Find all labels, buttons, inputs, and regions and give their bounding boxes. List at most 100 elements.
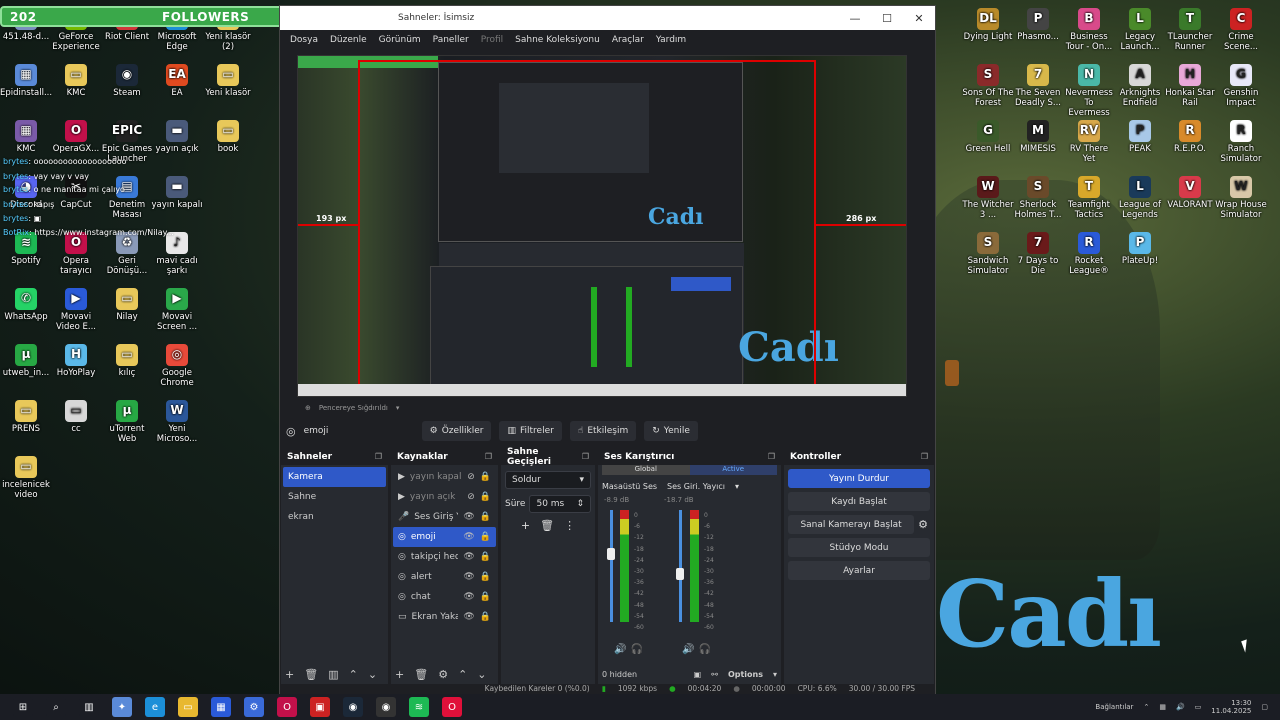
volume-icon[interactable]: 🔊: [1176, 703, 1185, 711]
desk-left-icon-5[interactable]: ▦ Epidinstall...: [0, 64, 52, 99]
desk-left-icon-27[interactable]: µ utweb_in...: [0, 344, 52, 379]
channel-1-fader-knob[interactable]: [607, 548, 615, 560]
desk-right-icon-14[interactable]: RV RV There Yet: [1063, 120, 1115, 165]
lock-icon[interactable]: 🔒: [480, 472, 491, 482]
interact-button[interactable]: ☝ Etkileşim: [569, 421, 637, 441]
headphones-icon[interactable]: 🎧: [630, 644, 642, 655]
scene-filter-icon[interactable]: ▥: [328, 668, 338, 681]
desk-right-icon-24[interactable]: S Sandwich Simulator: [962, 232, 1014, 277]
desk-left-icon-28[interactable]: H HoYoPlay: [50, 344, 102, 379]
tray-links[interactable]: Bağlantılar: [1095, 703, 1133, 711]
speaker-icon[interactable]: 🔊: [682, 644, 694, 655]
desk-right-icon-6[interactable]: S Sons Of The Forest: [962, 64, 1014, 109]
undock-icon[interactable]: ❐: [485, 452, 492, 461]
desk-left-icon-34[interactable]: W Yeni Microso...: [151, 400, 203, 445]
desk-right-icon-9[interactable]: A Arknights Endfield: [1114, 64, 1166, 109]
lock-icon[interactable]: 🔒: [480, 512, 491, 522]
desk-right-icon-10[interactable]: H Honkai Star Rail: [1164, 64, 1216, 109]
desk-right-icon-12[interactable]: G Green Hell: [962, 120, 1014, 155]
move-down-icon[interactable]: ⌄: [368, 668, 377, 681]
gear-icon[interactable]: ⚙: [918, 518, 928, 531]
trash-icon[interactable]: 🗑: [414, 668, 428, 681]
desk-right-icon-1[interactable]: P Phasmo...: [1012, 8, 1064, 43]
eye-icon[interactable]: 👁: [463, 592, 474, 602]
desk-left-icon-6[interactable]: ▭ KMC: [50, 64, 102, 99]
chevron-down-icon[interactable]: ▾: [735, 482, 739, 491]
notification-icon[interactable]: ▢: [1261, 703, 1268, 711]
capture-icon[interactable]: ▣: [310, 697, 330, 717]
menu-0[interactable]: Dosya: [284, 35, 324, 45]
lock-icon[interactable]: 🔒: [480, 612, 491, 622]
desk-right-icon-27[interactable]: P PlateUp!: [1114, 232, 1166, 267]
desk-left-icon-31[interactable]: ▭ PRENS: [0, 400, 52, 435]
move-up-icon[interactable]: ⌃: [349, 668, 358, 681]
start-virtual-camera-button[interactable]: Sanal Kamerayı Başlat: [788, 515, 915, 534]
opera-gx-icon[interactable]: O: [442, 697, 462, 717]
spotify-icon[interactable]: ≋: [409, 697, 429, 717]
undock-icon[interactable]: ❐: [582, 452, 589, 461]
desk-right-icon-3[interactable]: L Legacy Launch...: [1114, 8, 1166, 53]
selection-bounding-box[interactable]: [358, 60, 816, 396]
desk-right-icon-8[interactable]: N Nevermess To Evermess: [1063, 64, 1115, 118]
menu-3[interactable]: Paneller: [427, 35, 475, 45]
move-down-icon[interactable]: ⌄: [477, 668, 486, 681]
stop-stream-button[interactable]: Yayını Durdur: [788, 469, 930, 488]
gear-icon[interactable]: ⚙: [438, 668, 448, 681]
trash-icon[interactable]: 🗑: [540, 519, 554, 532]
desk-left-icon-13[interactable]: ▬ yayın açık: [151, 120, 203, 155]
desk-left-icon-30[interactable]: ◎ Google Chrome: [151, 344, 203, 389]
desk-left-icon-11[interactable]: O OperaGX...: [50, 120, 102, 155]
add-icon[interactable]: +: [395, 668, 404, 681]
channel-2-fader-knob[interactable]: [676, 568, 684, 580]
chevron-up-icon[interactable]: ⌃: [1143, 703, 1149, 711]
mixer-tab-global[interactable]: Global: [602, 465, 690, 475]
copilot-icon[interactable]: ✦: [112, 697, 132, 717]
chevron-down-icon[interactable]: ▾: [396, 404, 400, 412]
desk-right-icon-21[interactable]: L League of Legends: [1114, 176, 1166, 221]
start-recording-button[interactable]: Kaydı Başlat: [788, 492, 930, 511]
desk-right-icon-13[interactable]: M MIMESIS: [1012, 120, 1064, 155]
add-icon[interactable]: +: [521, 519, 530, 532]
duration-field[interactable]: 50 ms ⇕: [529, 495, 591, 513]
undock-icon[interactable]: ❐: [375, 452, 382, 461]
mixer-tab-active[interactable]: Active: [689, 465, 777, 475]
desk-left-icon-20[interactable]: O Opera tarayıcı: [50, 232, 102, 277]
eye-icon[interactable]: 👁: [463, 612, 474, 622]
desk-left-icon-25[interactable]: ▭ Nilay: [101, 288, 153, 323]
obs-icon[interactable]: ◉: [376, 697, 396, 717]
desk-left-icon-8[interactable]: EA EA: [151, 64, 203, 99]
desk-right-icon-25[interactable]: 77 Days to Die: [1012, 232, 1064, 277]
headphones-icon[interactable]: 🎧: [698, 644, 710, 655]
eye-icon[interactable]: 👁: [463, 572, 474, 582]
desk-left-icon-9[interactable]: ▭ Yeni klasör: [202, 64, 254, 99]
desk-right-icon-2[interactable]: B Business Tour - On...: [1063, 8, 1115, 53]
explorer-icon[interactable]: ▭: [178, 697, 198, 717]
desk-left-icon-33[interactable]: µ uTorrent Web: [101, 400, 153, 445]
task-view-icon[interactable]: ▥: [79, 697, 99, 717]
studio-mode-button[interactable]: Stüdyo Modu: [788, 538, 930, 557]
properties-button[interactable]: ⚙ Özellikler: [421, 421, 492, 441]
desk-right-icon-16[interactable]: R R.E.P.O.: [1164, 120, 1216, 155]
scene-item[interactable]: Kamera: [283, 467, 386, 487]
start-icon[interactable]: ⊞: [13, 697, 33, 717]
chevron-down-icon[interactable]: ▾: [773, 670, 777, 679]
desk-right-icon-19[interactable]: S Sherlock Holmes T...: [1012, 176, 1064, 221]
lock-icon[interactable]: 🔒: [480, 592, 491, 602]
more-icon[interactable]: ⋮: [564, 519, 575, 532]
desk-right-icon-20[interactable]: T Teamfight Tactics: [1063, 176, 1115, 221]
desk-left-icon-23[interactable]: ✆ WhatsApp: [0, 288, 52, 323]
source-item[interactable]: ◎ chat 👁 🔒: [393, 587, 496, 607]
scene-item[interactable]: Sahne: [283, 487, 386, 507]
eye-off-icon[interactable]: ⊘: [467, 492, 475, 502]
lock-icon[interactable]: 🔒: [480, 552, 491, 562]
scene-item[interactable]: ekran: [283, 507, 386, 527]
settings-button[interactable]: Ayarlar: [788, 561, 930, 580]
desk-right-icon-4[interactable]: T TLauncher Runner: [1164, 8, 1216, 53]
menu-6[interactable]: Araçlar: [606, 35, 650, 45]
desk-right-icon-7[interactable]: 7 The Seven Deadly S...: [1012, 64, 1064, 109]
desk-left-icon-29[interactable]: ▭ kılıç: [101, 344, 153, 379]
network-icon[interactable]: ▦: [1159, 703, 1166, 711]
menu-2[interactable]: Görünüm: [373, 35, 427, 45]
trash-icon[interactable]: 🗑: [304, 668, 318, 681]
desk-right-icon-18[interactable]: W The Witcher 3 ...: [962, 176, 1014, 221]
